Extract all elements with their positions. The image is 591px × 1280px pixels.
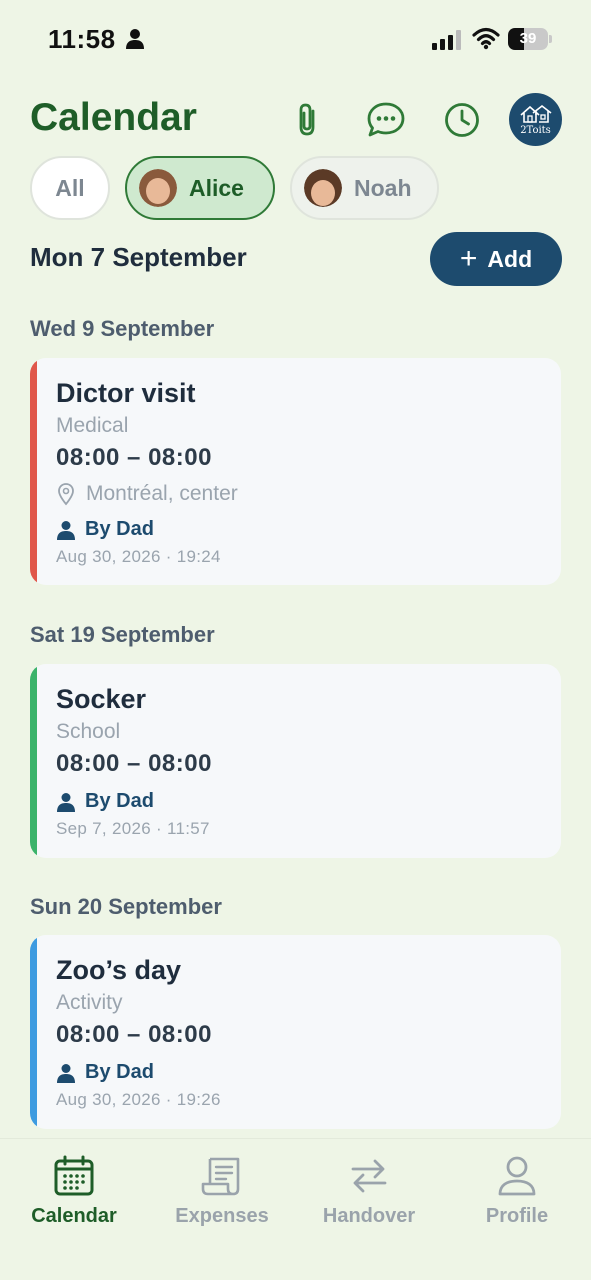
event-author-text: By Dad: [85, 518, 154, 540]
filter-chip-noah[interactable]: Noah: [290, 156, 439, 220]
tab-label: Profile: [485, 1205, 549, 1227]
event-card[interactable]: Socker School 08:00 – 08:00 By Dad Sep 7…: [30, 664, 561, 858]
location-pin-icon: [58, 483, 74, 506]
person-icon: [57, 520, 75, 540]
filter-chip-all[interactable]: All: [30, 156, 110, 220]
bottom-tab-bar: Calendar Expenses Handover Profile: [0, 1138, 591, 1280]
tab-label: Expenses: [175, 1205, 269, 1227]
tab-label: Handover: [322, 1205, 416, 1227]
event-timestamp: Aug 30, 2026 · 19:26: [56, 1090, 221, 1109]
tab-label: Calendar: [31, 1205, 117, 1227]
event-timestamp: Aug 30, 2026 · 19:24: [56, 547, 221, 566]
event-author: By Dad: [56, 1061, 154, 1084]
houses-logo-icon: [519, 104, 551, 123]
day-heading: Sun 20 September: [30, 894, 222, 919]
event-author-text: By Dad: [85, 1061, 154, 1083]
cellular-signal-icon: [432, 30, 461, 50]
event-title: Socker: [56, 684, 147, 714]
person-status-icon: [126, 29, 144, 49]
child-avatar: [304, 169, 342, 207]
child-avatar: [139, 169, 177, 207]
event-card[interactable]: Zoo’s day Activity 08:00 – 08:00 By Dad …: [30, 935, 561, 1129]
status-bar: 11:58 39: [0, 0, 591, 80]
tab-calendar[interactable]: Calendar: [4, 1153, 144, 1228]
logo-text: 2Toits: [520, 124, 551, 136]
event-location: Montréal, center: [56, 482, 238, 506]
event-time: 08:00 – 08:00: [56, 1021, 212, 1048]
tab-handover[interactable]: Handover: [299, 1153, 439, 1228]
event-location-text: Montréal, center: [86, 482, 238, 505]
person-icon: [57, 792, 75, 812]
week-heading: Mon 7 September: [30, 242, 247, 272]
person-icon: [494, 1153, 540, 1199]
page-title: Calendar: [30, 96, 197, 139]
receipt-icon: [199, 1153, 245, 1199]
event-card[interactable]: Dictor visit Medical 08:00 – 08:00 Montr…: [30, 358, 561, 585]
battery-level: 39: [519, 30, 537, 47]
event-color-bar: [30, 935, 37, 1129]
day-heading: Sat 19 September: [30, 622, 215, 647]
app-logo-avatar[interactable]: 2Toits: [509, 93, 562, 146]
swap-arrows-icon: [346, 1153, 392, 1199]
paperclip-icon[interactable]: [286, 98, 330, 142]
plus-icon: +: [459, 242, 478, 275]
event-color-bar: [30, 358, 37, 585]
add-event-button[interactable]: + Add: [430, 232, 562, 286]
clock-icon[interactable]: [440, 98, 484, 142]
event-category: Medical: [56, 414, 129, 437]
chat-bubble-icon[interactable]: [364, 98, 408, 142]
event-time: 08:00 – 08:00: [56, 750, 212, 777]
tab-profile[interactable]: Profile: [447, 1153, 587, 1228]
wifi-icon: [472, 27, 500, 50]
battery-icon: 39: [508, 28, 552, 50]
add-button-label: Add: [487, 245, 533, 272]
filter-chip-alice[interactable]: Alice: [125, 156, 275, 220]
filter-chip-label: Noah: [354, 174, 412, 201]
filter-chip-label: Alice: [189, 174, 244, 201]
event-time: 08:00 – 08:00: [56, 444, 212, 471]
status-time: 11:58: [48, 24, 116, 54]
event-title: Zoo’s day: [56, 955, 182, 985]
event-author-text: By Dad: [85, 790, 154, 812]
event-author: By Dad: [56, 518, 154, 541]
calendar-icon: [51, 1153, 97, 1199]
event-author: By Dad: [56, 790, 154, 813]
event-title: Dictor visit: [56, 378, 196, 408]
day-heading: Wed 9 September: [30, 316, 215, 341]
event-color-bar: [30, 664, 37, 858]
event-category: Activity: [56, 991, 123, 1014]
person-icon: [57, 1063, 75, 1083]
event-category: School: [56, 720, 121, 743]
tab-expenses[interactable]: Expenses: [152, 1153, 292, 1228]
filter-chip-label: All: [55, 174, 85, 201]
event-timestamp: Sep 7, 2026 · 11:57: [56, 819, 210, 838]
